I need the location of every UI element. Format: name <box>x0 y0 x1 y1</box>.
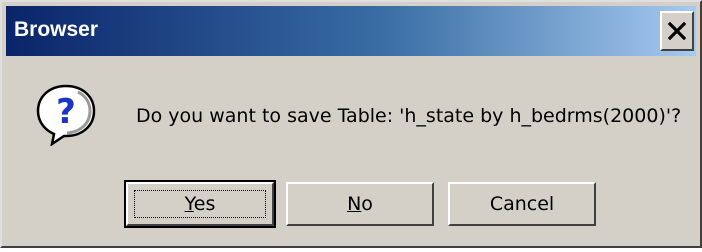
no-button-label: No <box>347 193 373 215</box>
yes-button-label: Yes <box>184 193 216 215</box>
svg-text:?: ? <box>56 92 76 132</box>
dialog-window: Browser ? Do you want to save Table: 'h_… <box>0 0 702 248</box>
cancel-button[interactable]: Cancel <box>448 182 596 226</box>
yes-button[interactable]: Yes <box>124 180 276 228</box>
question-icon: ? <box>34 82 98 147</box>
dialog-message: Do you want to save Table: 'h_state by h… <box>136 105 682 127</box>
close-icon <box>667 18 687 46</box>
window-title: Browser <box>14 18 99 41</box>
title-bar[interactable]: Browser <box>6 6 696 56</box>
close-button[interactable] <box>660 11 694 51</box>
cancel-button-label: Cancel <box>489 193 555 215</box>
no-button[interactable]: No <box>286 182 434 226</box>
